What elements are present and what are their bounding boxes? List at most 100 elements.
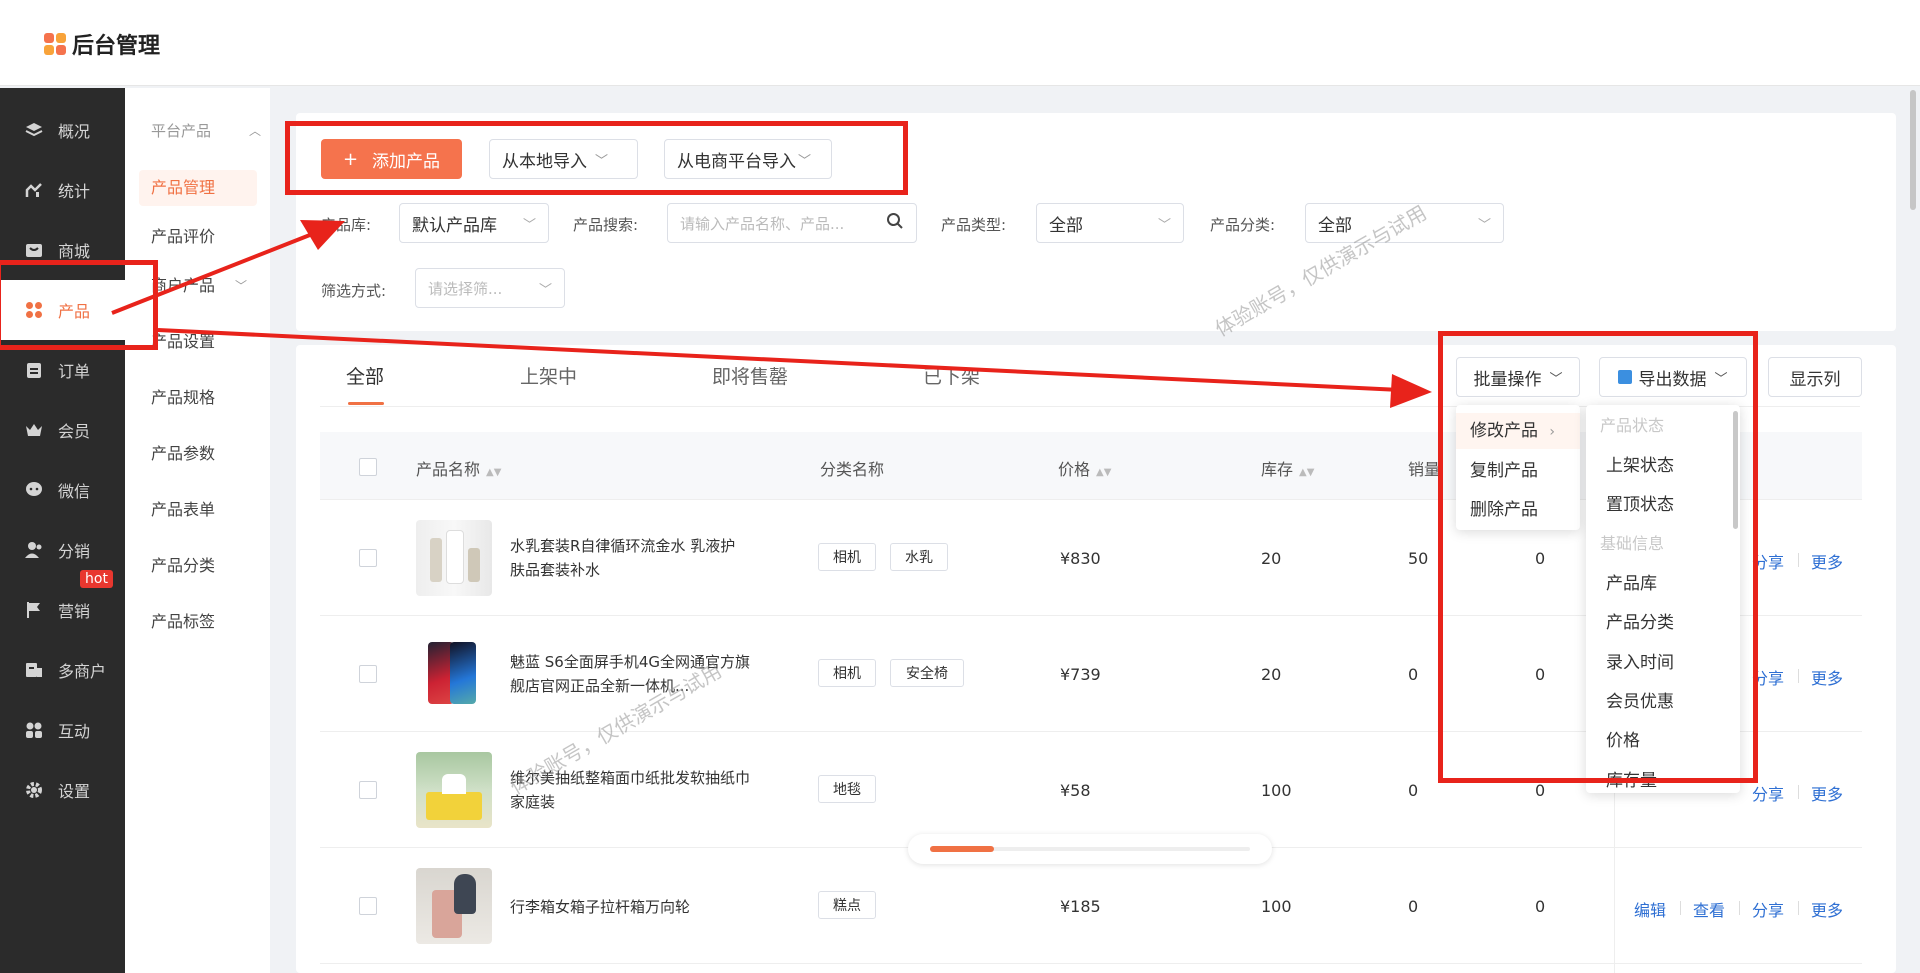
page-scrollbar[interactable] — [1910, 90, 1916, 210]
search-input[interactable]: 请输入产品名称、产品... — [667, 203, 917, 243]
edit-link[interactable]: 编辑 — [1634, 897, 1666, 921]
row-checkbox[interactable] — [359, 781, 377, 799]
store-icon — [24, 240, 44, 260]
active-tab-indicator — [348, 402, 384, 405]
nav-item-overview[interactable]: 概况 — [0, 100, 125, 160]
nav-label: 互动 — [58, 722, 91, 741]
nav-item-multi-merchant[interactable]: 多商户 — [0, 640, 125, 700]
sales-cell: 0 — [1408, 781, 1419, 800]
product-name[interactable]: 行李箱女箱子拉杆箱万向轮 — [510, 895, 750, 919]
scroll-thumb[interactable] — [930, 846, 994, 852]
subnav-item-product-reviews[interactable]: 产品评价 — [139, 219, 257, 255]
annotation-box-product-nav — [0, 260, 158, 350]
tab-on-shelf[interactable]: 上架中 — [520, 362, 577, 389]
users-icon — [24, 540, 44, 560]
action-separator — [1798, 553, 1799, 567]
search-placeholder: 请输入产品名称、产品... — [680, 214, 845, 233]
tab-selling-out[interactable]: 即将售罄 — [712, 362, 788, 389]
search-icon[interactable] — [886, 212, 904, 234]
nav-item-wechat[interactable]: 微信 — [0, 460, 125, 520]
logo-icon — [44, 33, 66, 55]
horizontal-scrollbar[interactable] — [908, 834, 1272, 864]
chevron-down-icon: ﹀ — [522, 217, 536, 233]
nav-label: 微信 — [58, 482, 91, 501]
action-separator — [1798, 785, 1799, 799]
category-value: 全部 — [1318, 215, 1352, 236]
sales-cell: 0 — [1408, 665, 1419, 684]
sort-icon: ▲▼ — [486, 467, 502, 478]
category-tag: 相机 — [818, 659, 876, 687]
library-select[interactable]: 默认产品库 ﹀ — [399, 203, 549, 243]
subnav-group-platform-products[interactable]: 平台产品 ︿ — [151, 120, 261, 141]
action-separator — [1798, 901, 1799, 915]
chevron-down-icon: ﹀ — [1157, 217, 1171, 233]
interact-icon — [24, 720, 44, 740]
price-cell: ¥58 — [1060, 781, 1091, 800]
col-label: 价格 — [1058, 460, 1091, 479]
extra-cell: 0 — [1535, 781, 1546, 800]
row-checkbox[interactable] — [359, 665, 377, 683]
stock-cell: 20 — [1261, 665, 1282, 684]
sort-icon: ▲▼ — [1299, 467, 1315, 478]
nav-label: 商城 — [58, 242, 91, 261]
price-cell: ¥185 — [1060, 897, 1101, 916]
more-link[interactable]: 更多 — [1811, 549, 1843, 573]
subnav-item-product-categories[interactable]: 产品分类 — [139, 548, 257, 584]
subnav-item-product-tags[interactable]: 产品标签 — [139, 604, 257, 640]
sales-cell: 50 — [1408, 549, 1429, 568]
more-link[interactable]: 更多 — [1811, 781, 1843, 805]
type-select[interactable]: 全部 ﹀ — [1036, 203, 1184, 243]
nav-item-members[interactable]: 会员 — [0, 400, 125, 460]
more-link[interactable]: 更多 — [1811, 897, 1843, 921]
library-value: 默认产品库 — [412, 215, 497, 236]
category-tag: 水乳 — [890, 543, 948, 571]
sub-sidebar: 平台产品 ︿ 产品管理 产品评价 商户产品 ﹀ 产品设置 产品规格 产品参数 产… — [125, 88, 270, 973]
nav-item-interaction[interactable]: 互动 — [0, 700, 125, 760]
type-value: 全部 — [1049, 215, 1083, 236]
row-checkbox[interactable] — [359, 549, 377, 567]
col-sales: 销量 — [1408, 460, 1441, 479]
subnav-item-product-params[interactable]: 产品参数 — [139, 436, 257, 472]
row-checkbox[interactable] — [359, 897, 377, 915]
show-columns-button[interactable]: 显示列 — [1768, 357, 1862, 397]
product-image — [416, 752, 492, 828]
share-link[interactable]: 分享 — [1752, 781, 1784, 805]
nav-item-stats[interactable]: 统计 — [0, 160, 125, 220]
app-title: 后台管理 — [72, 34, 161, 59]
filter-mode-select[interactable]: 请选择筛... ﹀ — [415, 268, 565, 308]
filter-mode-label: 筛选方式: — [321, 282, 387, 300]
nav-item-settings[interactable]: 设置 — [0, 760, 125, 820]
stock-cell: 100 — [1261, 781, 1292, 800]
more-link[interactable]: 更多 — [1811, 665, 1843, 689]
subnav-item-product-forms[interactable]: 产品表单 — [139, 492, 257, 528]
col-label: 库存 — [1261, 460, 1294, 479]
share-link[interactable]: 分享 — [1752, 897, 1784, 921]
category-tag: 糕点 — [818, 891, 876, 919]
app-logo[interactable]: 后台管理 — [44, 28, 160, 60]
layers-icon — [24, 120, 44, 140]
select-all-checkbox[interactable] — [359, 458, 377, 476]
chart-icon — [24, 180, 44, 200]
product-image — [416, 868, 492, 944]
tab-off-shelf[interactable]: 已下架 — [923, 362, 980, 389]
view-link[interactable]: 查看 — [1693, 897, 1725, 921]
clipboard-icon — [24, 360, 44, 380]
nav-item-marketing[interactable]: 营销 hot — [0, 570, 125, 640]
annotation-box-toolbar — [285, 121, 908, 195]
product-name[interactable]: 水乳套装R自律循环流金水 乳液护肤品套装补水 — [510, 534, 750, 582]
col-price[interactable]: 价格 ▲▼ — [1058, 456, 1111, 480]
subnav-item-product-specs[interactable]: 产品规格 — [139, 380, 257, 416]
tab-all[interactable]: 全部 — [346, 362, 384, 389]
col-label: 产品名称 — [416, 460, 481, 479]
col-stock[interactable]: 库存 ▲▼ — [1261, 456, 1314, 480]
crown-icon — [24, 420, 44, 440]
subnav-item-product-management[interactable]: 产品管理 — [139, 170, 257, 206]
category-label: 产品分类: — [1210, 216, 1276, 234]
nav-label: 会员 — [58, 422, 91, 441]
main-sidebar: 概况 统计 商城 产品 订单 会员 微信 分销 营销 hot 多商户 互动 设置 — [0, 88, 125, 973]
category-tag: 地毯 — [818, 775, 876, 803]
subnav-item-label: 商户产品 — [151, 276, 216, 295]
nav-label: 设置 — [58, 782, 91, 801]
filter-mode-placeholder: 请选择筛... — [428, 279, 503, 298]
col-product-name[interactable]: 产品名称 ▲▼ — [416, 456, 501, 480]
